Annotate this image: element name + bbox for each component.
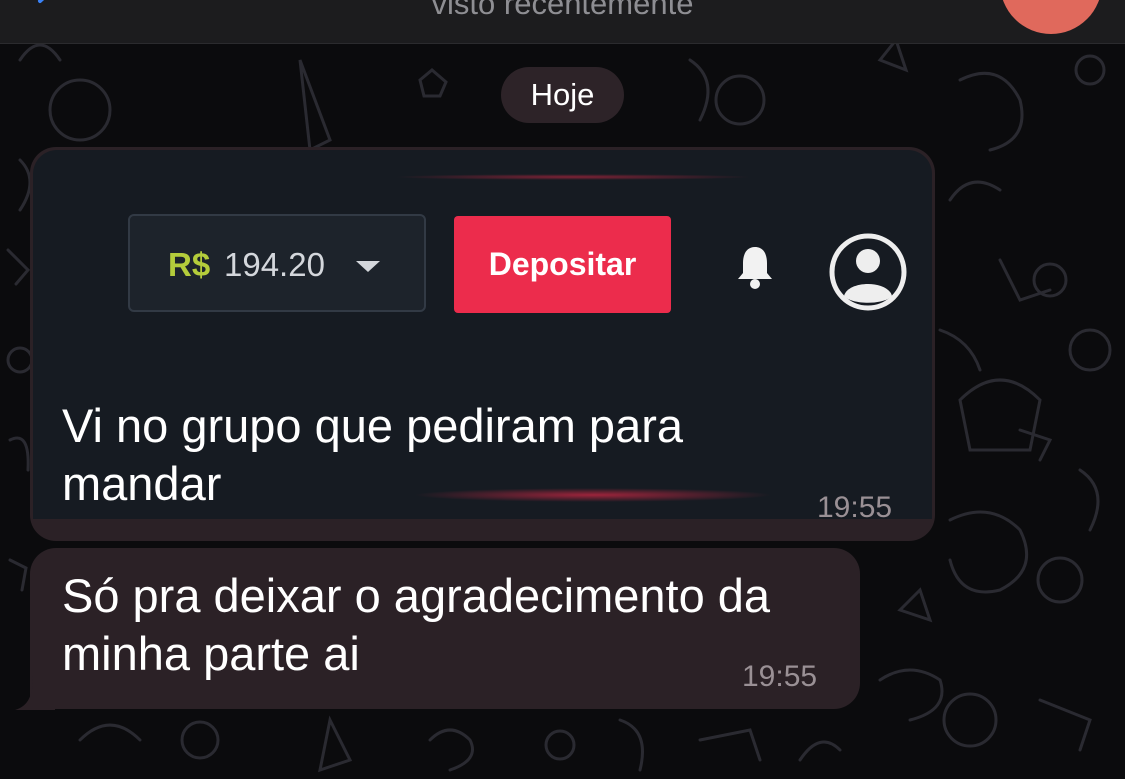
caret-down-icon xyxy=(356,261,380,272)
chat-header: visto recentemente xyxy=(0,0,1125,44)
message-time: 19:55 xyxy=(817,491,893,524)
bubble-tail-icon xyxy=(15,676,55,710)
message-text: Só pra deixar o agradecimento da minha p… xyxy=(62,569,771,680)
glow-decoration xyxy=(393,174,753,180)
balance-dropdown: R$ 194.20 xyxy=(128,214,426,312)
message-text: Vi no grupo que pediram para mandar xyxy=(62,399,684,510)
contact-avatar[interactable] xyxy=(1000,0,1102,34)
balance-currency: R$ xyxy=(168,246,211,283)
date-separator: Hoje xyxy=(501,67,624,123)
user-circle-icon xyxy=(829,233,907,311)
balance-amount: 194.20 xyxy=(224,246,325,283)
message-bubble[interactable]: Só pra deixar o agradecimento da minha p… xyxy=(30,548,860,709)
bell-icon xyxy=(738,247,772,289)
last-seen-status: visto recentemente xyxy=(431,0,694,21)
deposit-button: Depositar xyxy=(454,216,671,313)
message-bubble-image[interactable]: R$ 194.20 Depositar Vi no grupo que pedi… xyxy=(30,147,935,541)
message-time: 19:55 xyxy=(742,660,818,693)
